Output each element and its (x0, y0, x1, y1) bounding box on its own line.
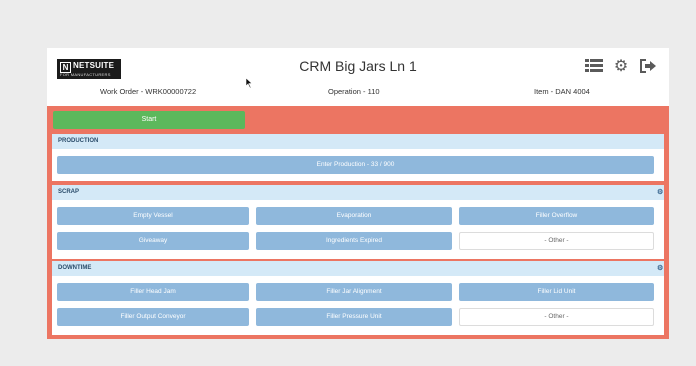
downtime-other-button[interactable]: - Other - (459, 308, 654, 326)
header-icons: ⚙ (585, 57, 657, 77)
downtime-button[interactable]: Filler Head Jam (57, 283, 249, 301)
enter-production-button[interactable]: Enter Production - 33 / 900 (57, 156, 654, 174)
gear-icon[interactable]: ⚙ (612, 58, 630, 76)
work-order-label: Work Order - WRK00000722 (100, 87, 197, 96)
scrap-button[interactable]: Filler Overflow (459, 207, 654, 225)
scrap-button[interactable]: Evaporation (256, 207, 452, 225)
scrap-title: SCRAP (58, 189, 80, 195)
item-label: Item - DAN 4004 (534, 87, 590, 96)
operation-label: Operation - 110 (328, 87, 380, 96)
work-area: Start PRODUCTION Enter Production - 33 /… (47, 106, 669, 339)
scrap-header: SCRAP ⚙ (52, 185, 664, 200)
header: N NETSUITE FOR MANUFACTURERS CRM Big Jar… (47, 48, 669, 104)
downtime-button[interactable]: Filler Pressure Unit (256, 308, 452, 326)
work-order-info: Work Order - WRK00000722 Operation - 110… (47, 87, 669, 101)
downtime-button[interactable]: Filler Lid Unit (459, 283, 654, 301)
downtime-header: DOWNTIME ⚙ (52, 261, 664, 276)
downtime-button[interactable]: Filler Output Conveyor (57, 308, 249, 326)
scrap-settings-icon[interactable]: ⚙ (651, 189, 663, 196)
downtime-button[interactable]: Filler Jar Alignment (256, 283, 452, 301)
scrap-button[interactable]: Empty Vessel (57, 207, 249, 225)
scrap-other-button[interactable]: - Other - (459, 232, 654, 250)
downtime-panel: DOWNTIME ⚙ Filler Head Jam Filler Jar Al… (52, 261, 664, 335)
downtime-title: DOWNTIME (58, 265, 92, 271)
production-panel: PRODUCTION Enter Production - 33 / 900 (52, 134, 664, 181)
scrap-button[interactable]: Giveaway (57, 232, 249, 250)
mouse-cursor-icon (246, 78, 253, 88)
downtime-settings-icon[interactable]: ⚙ (651, 265, 663, 272)
scrap-panel: SCRAP ⚙ Empty Vessel Evaporation Filler … (52, 185, 664, 259)
start-button[interactable]: Start (53, 111, 245, 129)
list-icon[interactable] (585, 58, 603, 76)
logout-icon[interactable] (639, 58, 657, 76)
scrap-button[interactable]: Ingredients Expired (256, 232, 452, 250)
page-title: CRM Big Jars Ln 1 (299, 58, 417, 74)
production-header: PRODUCTION (52, 134, 664, 149)
app-window: N NETSUITE FOR MANUFACTURERS CRM Big Jar… (47, 48, 669, 339)
